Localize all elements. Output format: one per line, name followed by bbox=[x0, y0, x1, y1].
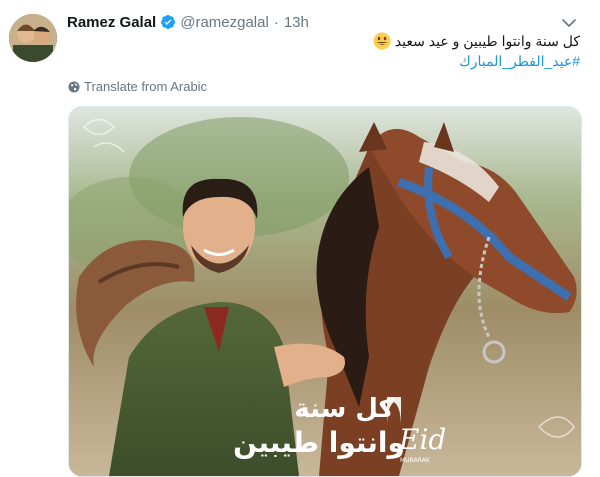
chevron-down-icon[interactable] bbox=[560, 14, 578, 32]
hashtag-link[interactable]: #عيد_الفطر_المبارك bbox=[459, 53, 580, 69]
tweet-header: Ramez Galal @ramezgalal · 13h bbox=[67, 12, 309, 32]
author-handle[interactable]: @ramezgalal bbox=[180, 14, 269, 31]
translate-label: Translate from Arabic bbox=[84, 79, 208, 94]
media-photo: كل سنة وانتوا طيبين Eid MUBARAK bbox=[69, 107, 581, 476]
tweet-text: كل سنة وانتوا طيبين و عيد سعيد #عيد_الفط… bbox=[160, 31, 580, 71]
verified-badge-icon bbox=[161, 15, 176, 29]
tweet-text-line-2: #عيد_الفطر_المبارك bbox=[160, 51, 580, 71]
author-name[interactable]: Ramez Galal bbox=[67, 14, 156, 31]
translate-link[interactable]: Translate from Arabic bbox=[68, 79, 207, 94]
overlay-text-line-1: كل سنة bbox=[294, 394, 394, 424]
tweet-media[interactable]: كل سنة وانتوا طيبين Eid MUBARAK bbox=[68, 106, 582, 477]
overlay-text-line-2: وانتوا طيبين bbox=[233, 426, 405, 459]
tweet-timestamp[interactable]: 13h bbox=[284, 14, 309, 31]
globe-icon bbox=[68, 81, 80, 92]
grinning-face-emoji-icon bbox=[373, 32, 391, 50]
tweet-text-main: كل سنة وانتوا طيبين و عيد سعيد bbox=[394, 33, 580, 49]
header-separator: · bbox=[273, 13, 279, 31]
eid-badge-subtitle: MUBARAK bbox=[400, 457, 431, 464]
tweet-text-line-1: كل سنة وانتوا طيبين و عيد سعيد bbox=[160, 31, 580, 51]
eid-badge-title: Eid bbox=[398, 423, 446, 456]
avatar-image bbox=[9, 14, 57, 62]
author-avatar[interactable] bbox=[9, 14, 57, 62]
